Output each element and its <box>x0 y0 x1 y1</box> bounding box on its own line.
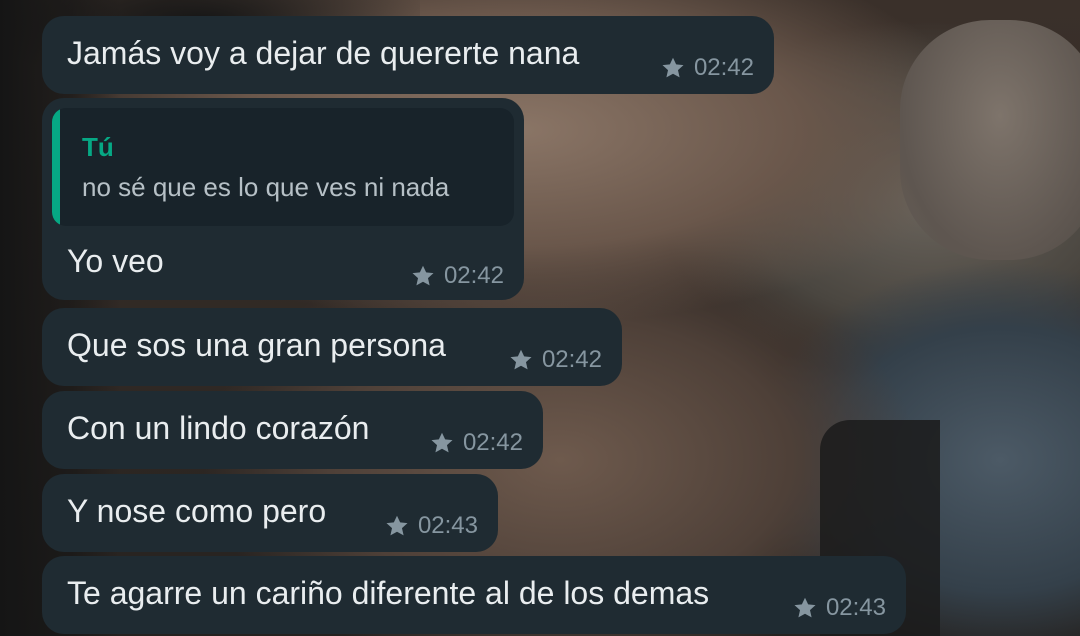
message-text: Y nose como pero <box>67 493 327 529</box>
star-icon <box>508 347 534 373</box>
message-time: 02:42 <box>443 262 504 289</box>
message-meta: 02:43 <box>792 594 886 622</box>
message-list[interactable]: Jamás voy a dejar de quererte nana 02:42… <box>0 0 1080 636</box>
message-bubble[interactable]: Te agarre un cariño diferente al de los … <box>42 556 906 634</box>
message-time: 02:42 <box>541 346 602 373</box>
message-text: Yo veo <box>67 243 164 279</box>
quote-text: no sé que es lo que ves ni nada <box>82 172 450 202</box>
message-time: 02:43 <box>417 512 478 539</box>
star-icon <box>660 55 686 81</box>
quoted-message[interactable]: Tú no sé que es lo que ves ni nada <box>52 108 514 226</box>
message-meta: 02:42 <box>508 346 602 374</box>
star-icon <box>410 263 436 289</box>
star-icon <box>384 513 410 539</box>
message-text: Te agarre un cariño diferente al de los … <box>67 575 710 611</box>
message-meta: 02:43 <box>384 512 478 540</box>
message-text: Con un lindo corazón <box>67 410 370 446</box>
message-time: 02:42 <box>693 54 754 81</box>
message-meta: 02:42 <box>660 54 754 82</box>
message-bubble[interactable]: Con un lindo corazón 02:42 <box>42 391 543 469</box>
message-time: 02:43 <box>825 594 886 621</box>
message-bubble[interactable]: Que sos una gran persona 02:42 <box>42 308 622 386</box>
message-bubble[interactable]: Jamás voy a dejar de quererte nana 02:42 <box>42 16 774 94</box>
star-icon <box>792 595 818 621</box>
message-text: Que sos una gran persona <box>67 327 446 363</box>
message-meta: 02:42 <box>429 429 523 457</box>
star-icon <box>429 430 455 456</box>
message-text: Jamás voy a dejar de quererte nana <box>67 35 580 71</box>
quote-accent-bar <box>52 108 60 226</box>
message-bubble-reply[interactable]: Tú no sé que es lo que ves ni nada Yo ve… <box>42 98 524 300</box>
message-time: 02:42 <box>462 429 523 456</box>
message-meta: 02:42 <box>410 262 504 290</box>
message-bubble[interactable]: Y nose como pero 02:43 <box>42 474 498 552</box>
quote-author: Tú <box>82 132 114 162</box>
